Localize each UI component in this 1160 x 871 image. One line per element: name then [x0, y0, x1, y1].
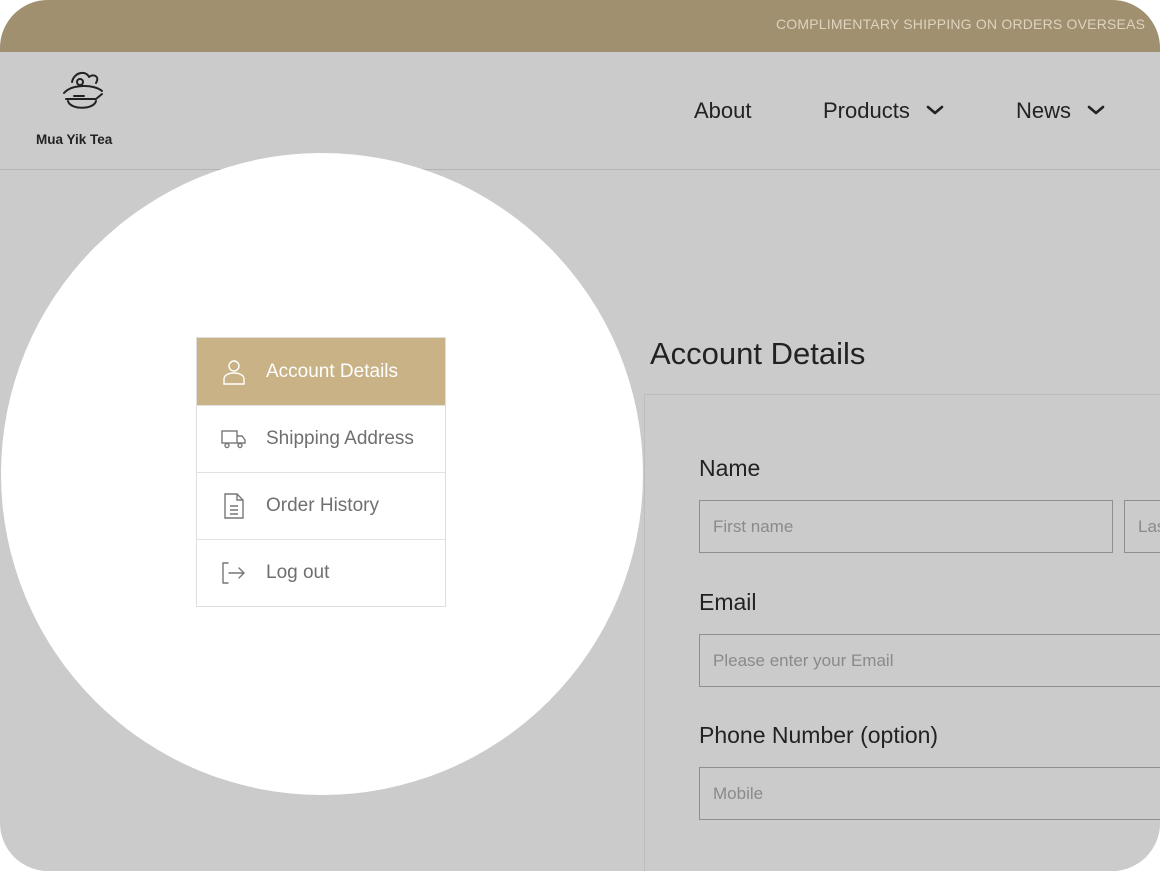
logout-icon — [221, 560, 247, 586]
site-header: Mua Yik Tea About Products News — [0, 52, 1160, 170]
app-frame: COMPLIMENTARY SHIPPING ON ORDERS OVERSEA… — [0, 0, 1160, 871]
promo-banner: COMPLIMENTARY SHIPPING ON ORDERS OVERSEA… — [0, 0, 1160, 52]
sidebar-item-shipping-address[interactable]: Shipping Address — [197, 405, 445, 472]
phone-label: Phone Number (option) — [699, 722, 939, 748]
name-label: Name — [699, 455, 761, 481]
sidebar-item-label: Shipping Address — [266, 428, 414, 449]
teapot-logo-icon — [63, 71, 103, 109]
nav-news-menu[interactable]: News — [1016, 98, 1105, 124]
chevron-down-icon — [1087, 105, 1105, 115]
page-title: Account Details — [650, 336, 866, 371]
email-input[interactable] — [699, 634, 1160, 687]
sidebar-item-order-history[interactable]: Order History — [197, 472, 445, 539]
account-sidebar-menu: Account Details Shipping Address Order H… — [196, 337, 446, 607]
nav-products-label: Products — [823, 98, 910, 123]
sidebar-item-label: Order History — [266, 495, 379, 516]
sidebar-item-account-details[interactable]: Account Details — [197, 338, 445, 405]
promo-text: COMPLIMENTARY SHIPPING ON ORDERS OVERSEA… — [776, 16, 1146, 32]
nav-news-label: News — [1016, 98, 1072, 123]
email-label: Email — [699, 589, 757, 615]
brand-logo[interactable]: Mua Yik Tea — [36, 68, 128, 148]
nav-products-menu[interactable]: Products — [823, 98, 944, 124]
truck-icon — [221, 426, 247, 452]
brand-name: Mua Yik Tea — [36, 132, 113, 147]
chevron-down-icon — [926, 105, 944, 115]
sidebar-item-log-out[interactable]: Log out — [197, 539, 445, 606]
last-name-input[interactable] — [1124, 500, 1160, 553]
nav-about-link[interactable]: About — [694, 98, 752, 124]
first-name-input[interactable] — [699, 500, 1113, 553]
sidebar-item-label: Log out — [266, 562, 330, 583]
sidebar-item-label: Account Details — [266, 360, 399, 382]
document-icon — [221, 493, 247, 519]
user-icon — [221, 359, 247, 385]
phone-input[interactable] — [699, 767, 1160, 820]
